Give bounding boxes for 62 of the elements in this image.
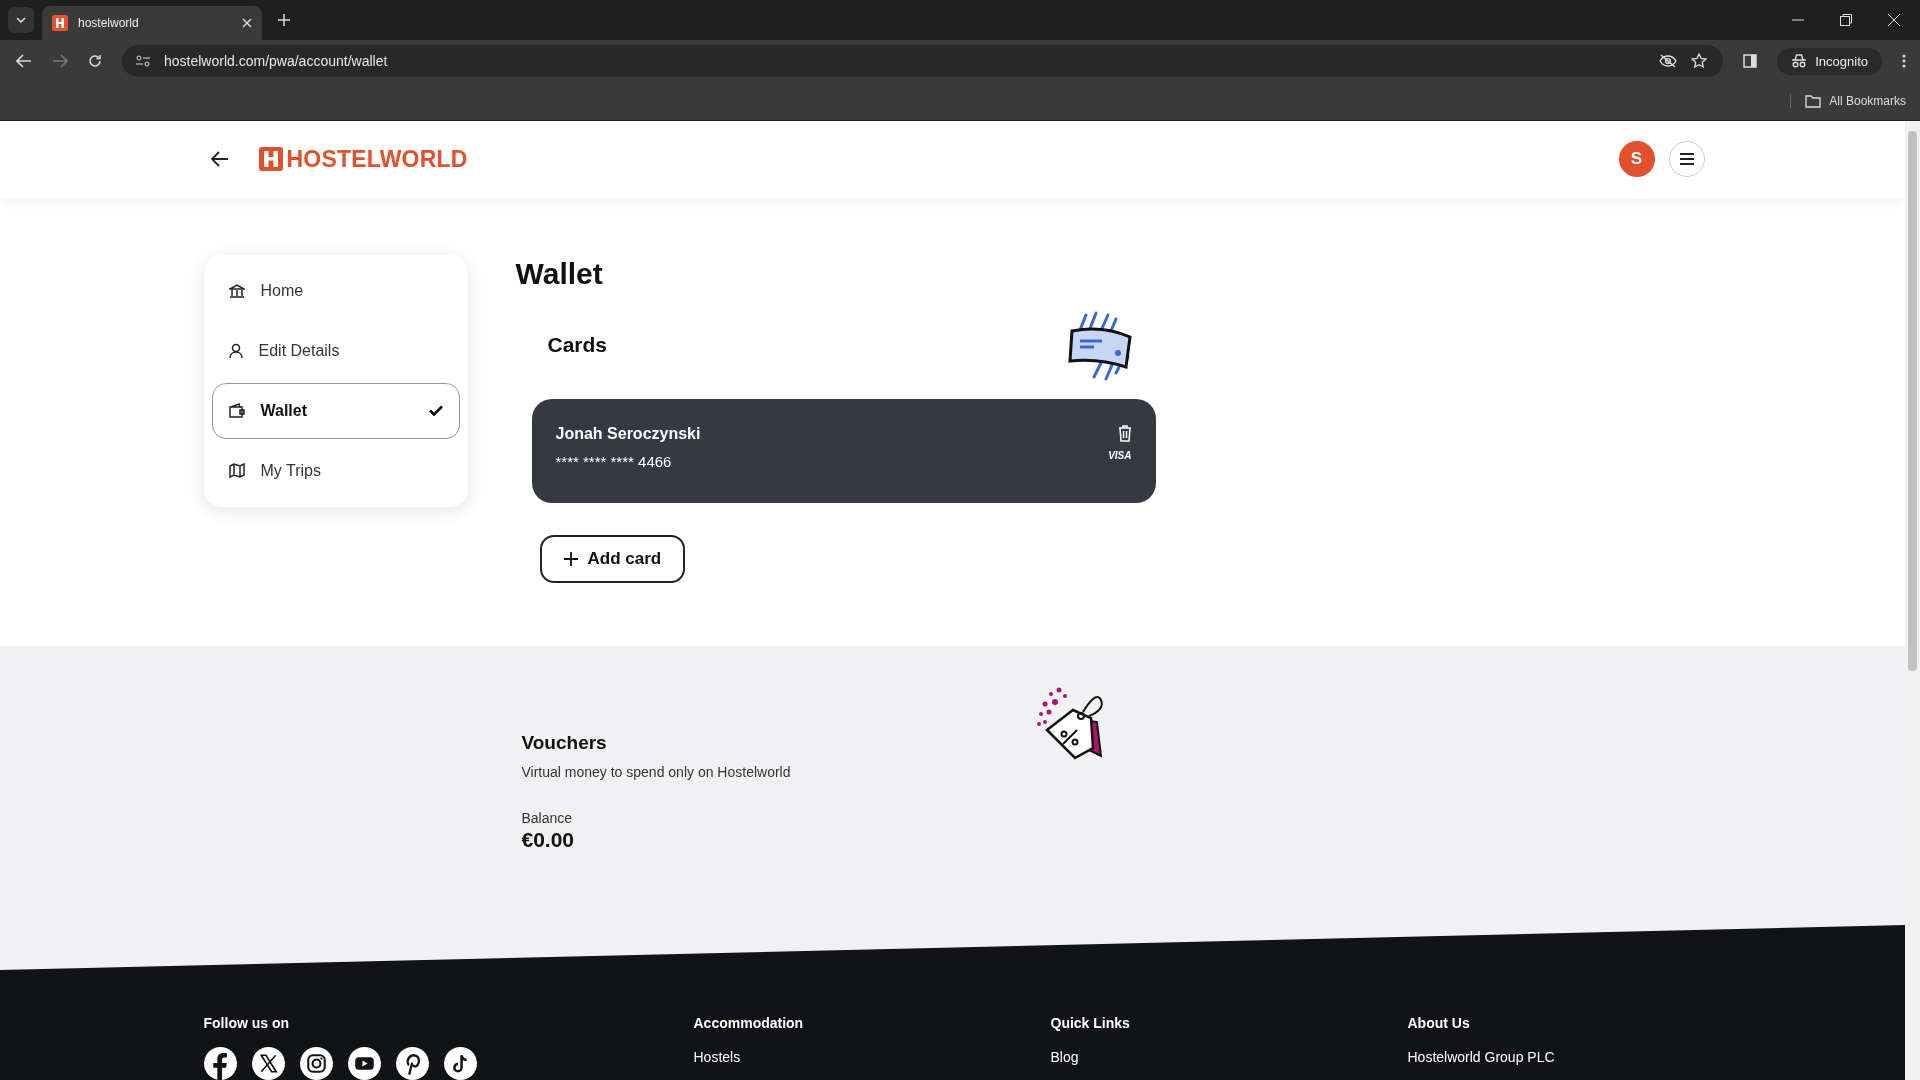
close-icon[interactable]: [1888, 14, 1900, 26]
sidebar-item[interactable]: Edit Details: [211, 322, 460, 379]
url-text: hostelworld.com/pwa/account/wallet: [164, 53, 388, 69]
plus-icon: [563, 551, 578, 566]
trash-icon[interactable]: [1117, 424, 1132, 442]
back-icon[interactable]: [16, 54, 32, 68]
incognito-icon: [1791, 54, 1808, 68]
close-icon[interactable]: [242, 18, 252, 28]
chevron-down-icon: [16, 17, 26, 23]
wallet-icon: [228, 403, 245, 419]
sidebar-item[interactable]: My Trips: [211, 442, 460, 499]
favicon-icon: [52, 15, 68, 31]
back-arrow-icon[interactable]: [210, 151, 229, 168]
incognito-button[interactable]: Incognito: [1777, 47, 1882, 75]
footer-heading: About Us: [1407, 1015, 1470, 1031]
address-bar[interactable]: hostelworld.com/pwa/account/wallet: [122, 45, 1724, 77]
more-icon[interactable]: [1902, 54, 1906, 68]
avatar[interactable]: S: [1618, 141, 1655, 178]
youtube-icon[interactable]: [347, 1047, 381, 1080]
menu-icon: [1679, 153, 1694, 166]
bank-icon: [228, 283, 245, 298]
checkmark-icon: [428, 405, 443, 417]
instagram-icon[interactable]: [299, 1047, 333, 1080]
all-bookmarks-button[interactable]: All Bookmarks: [1790, 94, 1906, 108]
sidebar-item[interactable]: Wallet: [211, 382, 460, 439]
restore-icon[interactable]: [1840, 14, 1852, 26]
site-settings-icon[interactable]: [136, 55, 150, 67]
reload-icon[interactable]: [88, 54, 102, 68]
section-title: Vouchers: [521, 731, 608, 754]
sidebar-item[interactable]: Home: [211, 262, 460, 319]
vouchers-description: Virtual money to spend only on Hostelworld: [521, 763, 791, 780]
balance-label: Balance: [521, 809, 574, 826]
page-title: Wallet: [515, 255, 604, 291]
browser-tab[interactable]: hostelworld: [42, 6, 262, 40]
balance-amount: €0.00: [521, 827, 576, 852]
footer-link[interactable]: Hostels: [693, 1049, 741, 1065]
side-panel-icon[interactable]: [1743, 54, 1758, 68]
forward-icon[interactable]: [52, 54, 68, 68]
footer-heading: Quick Links: [1050, 1015, 1130, 1031]
star-icon[interactable]: [1691, 53, 1708, 69]
tiktok-icon[interactable]: [443, 1047, 477, 1080]
tab-title: hostelworld: [78, 16, 140, 30]
footer-link[interactable]: Hostelworld Group PLC: [1407, 1049, 1555, 1065]
scrollbar[interactable]: [1905, 121, 1920, 1080]
pinterest-icon[interactable]: [395, 1047, 429, 1080]
add-card-button[interactable]: Add card: [539, 534, 686, 583]
tab-list-button[interactable]: [8, 7, 34, 33]
eye-off-icon[interactable]: [1659, 54, 1678, 68]
folder-icon: [1805, 94, 1822, 108]
footer-heading: Accommodation: [693, 1015, 804, 1031]
footer-heading: Follow us on: [203, 1015, 290, 1031]
map-icon: [228, 463, 245, 479]
section-title: Cards: [547, 332, 608, 357]
x-logo-icon[interactable]: [251, 1047, 285, 1080]
footer-link[interactable]: Blog: [1050, 1049, 1079, 1065]
card-brand: VISA: [1108, 449, 1132, 461]
card-number: **** **** **** 4466: [555, 452, 673, 470]
new-tab-icon[interactable]: [278, 14, 290, 26]
card-holder-name: Jonah Seroczynski: [555, 424, 701, 443]
person-icon: [228, 342, 243, 359]
facebook-icon[interactable]: [203, 1047, 237, 1080]
logo-icon: [258, 147, 283, 172]
